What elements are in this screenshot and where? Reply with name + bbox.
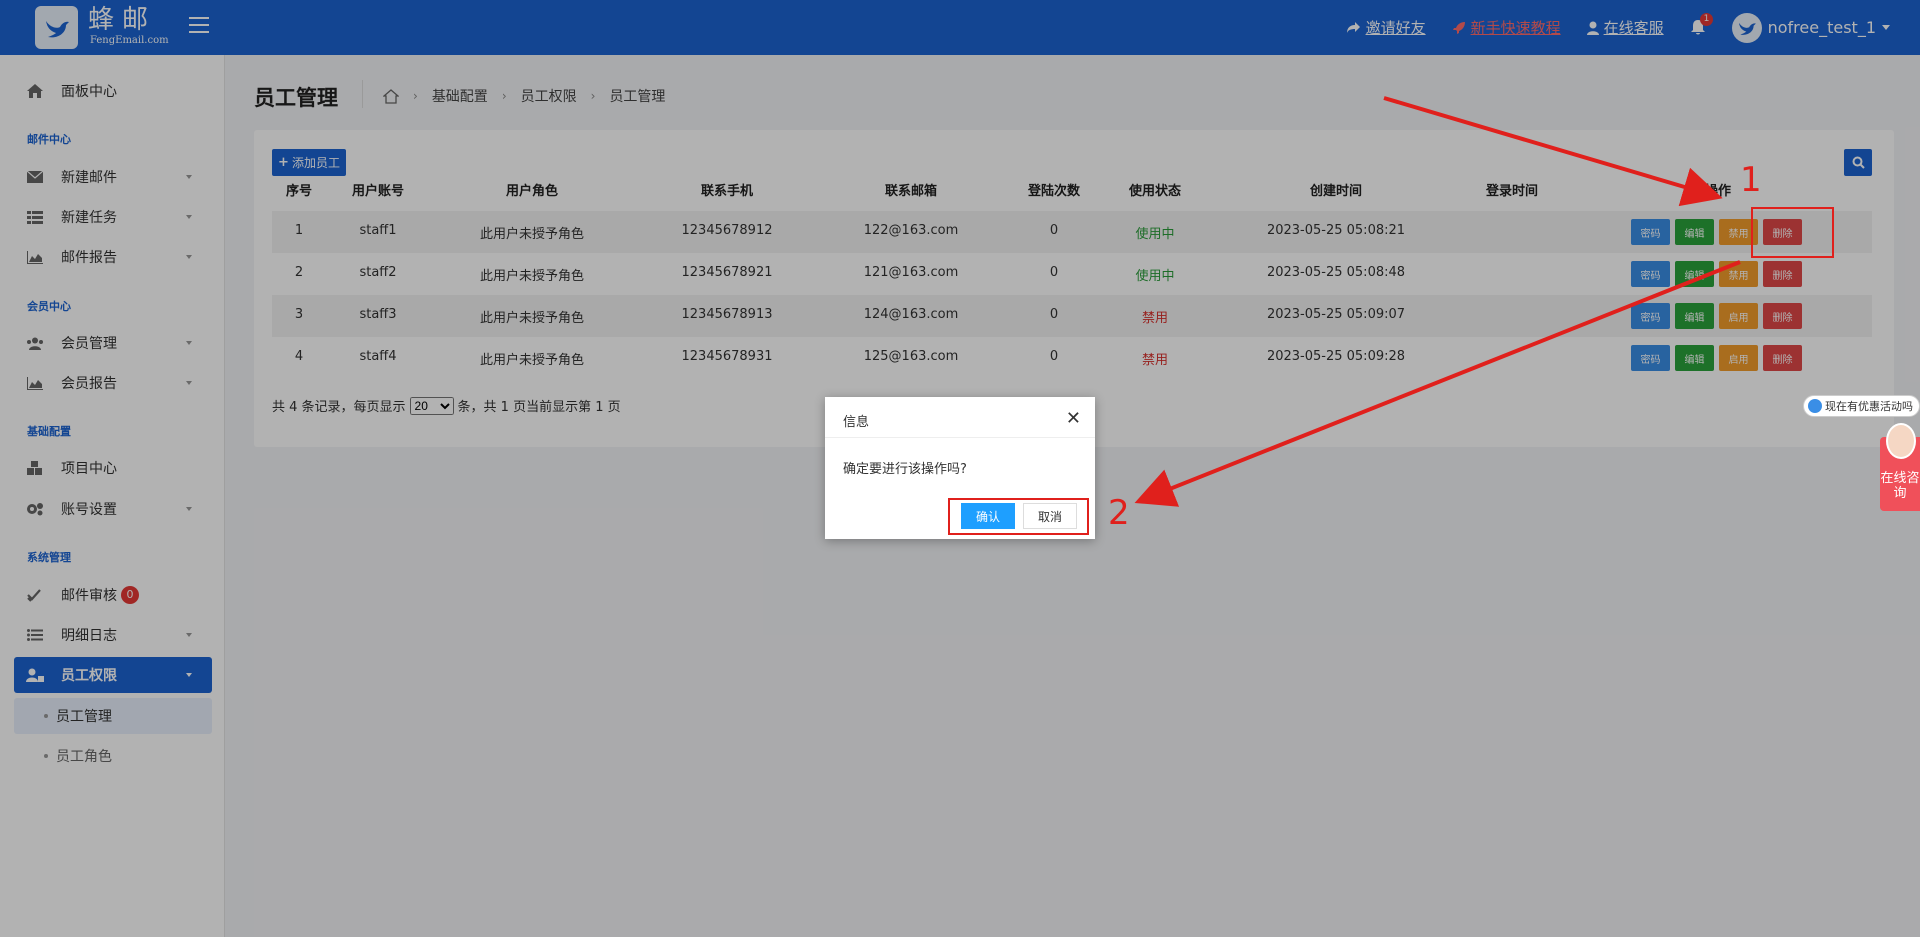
agent-avatar [1886,423,1916,459]
annotation-arrows [1134,96,1741,507]
chat-icon [1808,399,1822,413]
promo-text: 现在有优惠活动吗 [1825,400,1913,413]
promo-chat-bubble[interactable]: 现在有优惠活动吗 [1803,395,1920,417]
consult-label: 在线咨询 [1880,471,1920,501]
annotation-step-1: 1 [1740,160,1762,200]
online-consult-button[interactable]: 在线咨询 [1880,423,1920,511]
annotation-step-2: 2 [1108,493,1130,533]
